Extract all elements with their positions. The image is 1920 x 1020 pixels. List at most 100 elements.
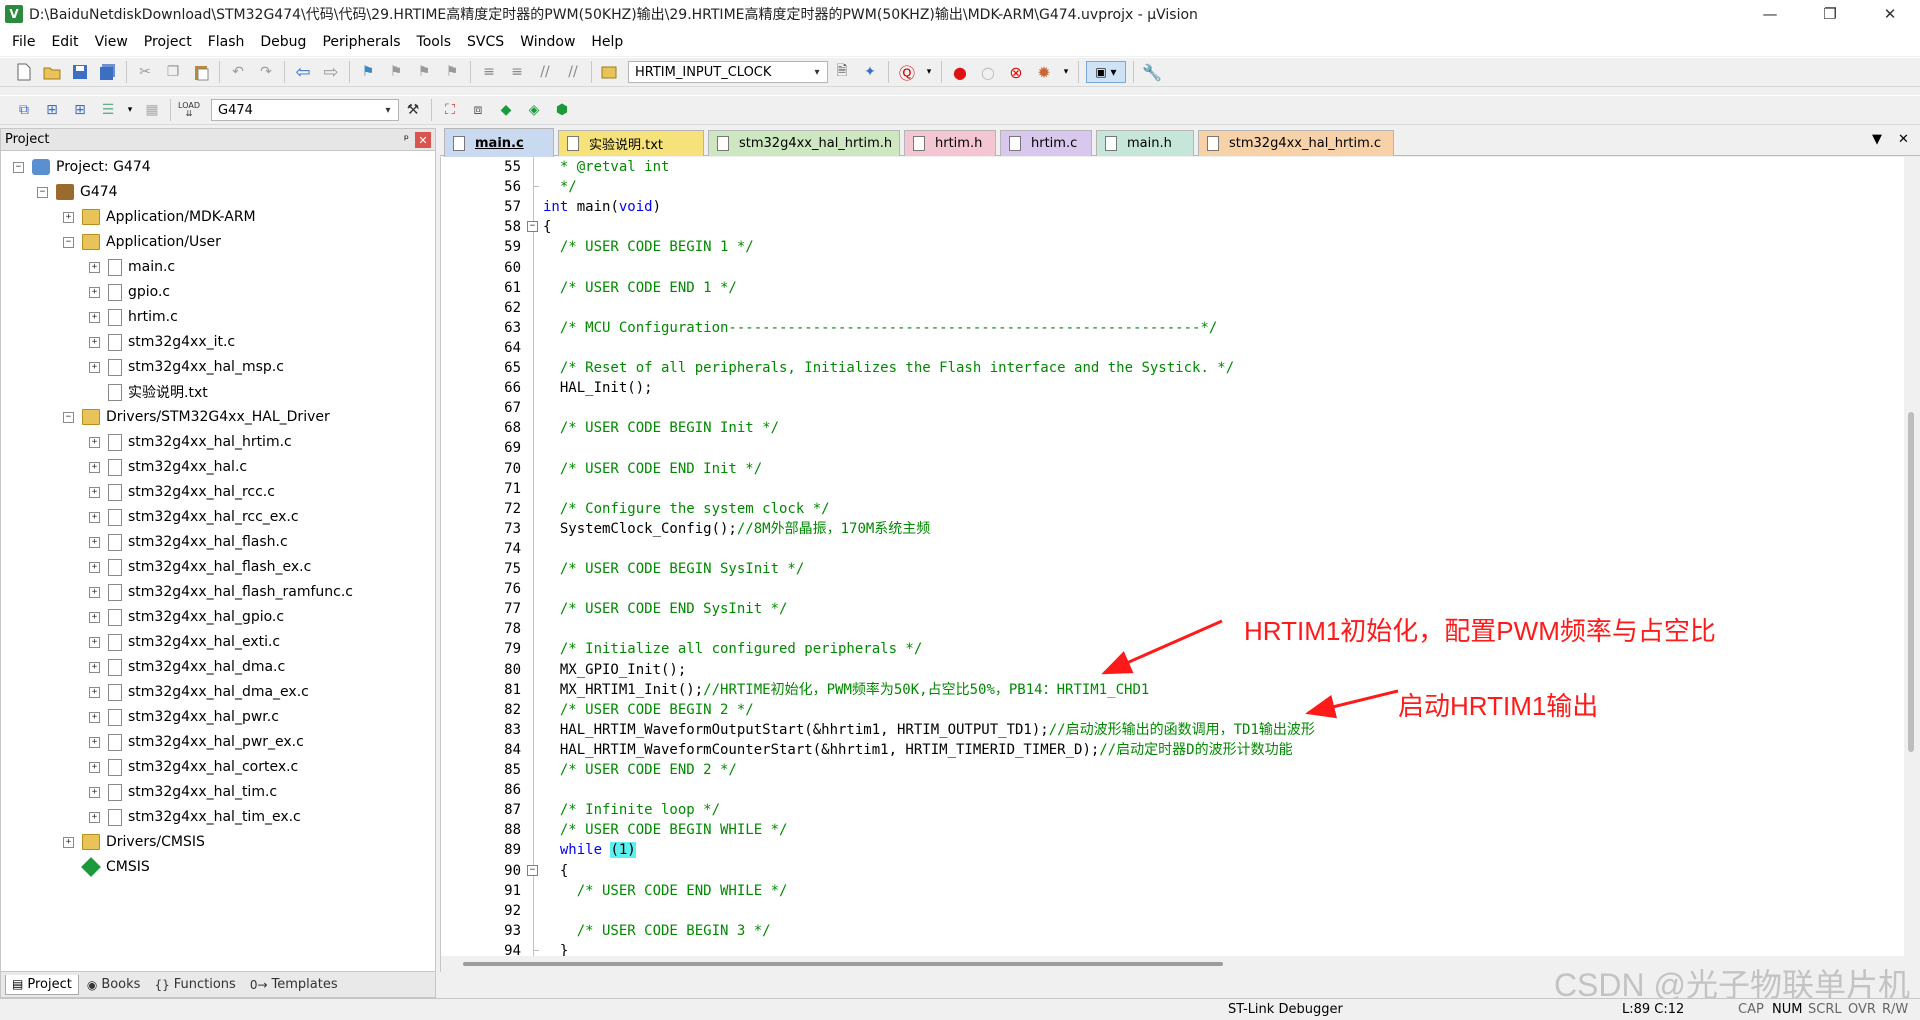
expand-icon[interactable]: + [89,336,100,348]
expand-icon[interactable]: + [89,611,100,623]
expand-icon[interactable]: + [89,436,100,448]
expand-icon[interactable]: + [89,811,100,823]
rebuild-icon[interactable]: ⊞ [69,99,91,121]
paste-icon[interactable] [190,61,212,83]
expand-icon[interactable]: + [89,461,100,473]
editor-tab[interactable]: main.c [444,128,554,157]
tree-item[interactable]: + stm32g4xx_hal_pwr.c [89,705,279,729]
uncomment-icon[interactable]: // [562,61,584,83]
tree-item[interactable]: + stm32g4xx_hal_flash_ramfunc.c [89,580,353,604]
target-combo[interactable]: G474 ▾ [211,99,399,121]
editor-tab[interactable]: stm32g4xx_hal_hrtim.c [1198,130,1394,156]
save-all-icon[interactable] [97,61,119,83]
menu-project[interactable]: Project [136,34,200,50]
tree-item[interactable]: + stm32g4xx_hal_dma.c [89,655,285,679]
expand-icon[interactable]: + [89,361,100,373]
manage-rte-icon[interactable]: ◆ [495,99,517,121]
horizontal-scroll-thumb[interactable] [463,962,1223,966]
pack-installer-icon[interactable]: ⬢ [551,99,573,121]
menu-file[interactable]: File [4,34,43,50]
menu-svcs[interactable]: SVCS [459,34,512,50]
menu-view[interactable]: View [87,34,136,50]
file-extensions-icon[interactable]: ⧈ [467,99,489,121]
incremental-find-icon[interactable]: ✦ [859,61,881,83]
new-file-icon[interactable] [13,61,35,83]
expand-icon[interactable]: + [89,786,100,798]
expand-icon[interactable]: + [89,486,100,498]
collapse-icon[interactable]: − [63,236,74,248]
batch-build-icon[interactable]: ☰ [97,99,119,121]
clear-bookmarks-icon[interactable]: ⚑ [441,61,463,83]
expand-icon[interactable]: + [89,736,100,748]
select-packs-icon[interactable]: ◈ [523,99,545,121]
cut-icon[interactable]: ✂ [134,61,156,83]
expand-icon[interactable]: + [89,511,100,523]
find-combo[interactable]: HRTIM_INPUT_CLOCK ▾ [628,61,828,83]
tree-item[interactable]: + main.c [89,255,175,279]
editor-tab[interactable]: hrtim.c [1000,130,1092,156]
tree-item[interactable]: 实验说明.txt [89,380,208,404]
close-tab-icon[interactable]: ✕ [1898,132,1909,147]
chevron-down-icon[interactable]: ▾ [924,61,934,83]
tree-item[interactable]: + Drivers/CMSIS [63,830,205,854]
tree-item[interactable]: + stm32g4xx_hal_rcc.c [89,480,275,504]
close-window-button[interactable]: ✕ [1860,0,1920,28]
maximize-button[interactable]: ❐ [1800,0,1860,28]
bookmark-icon[interactable]: ⚑ [357,61,379,83]
window-layout-icon[interactable]: ▣ ▾ [1086,61,1126,83]
menu-window[interactable]: Window [512,34,583,50]
target-options-icon[interactable]: ⚒ [402,99,424,121]
debug-session-icon[interactable]: Ⓠ [896,61,918,83]
prev-bookmark-icon[interactable]: ⚑ [385,61,407,83]
breakpoint-icon[interactable]: ● [949,61,971,83]
menu-debug[interactable]: Debug [252,34,314,50]
fold-collapse-icon[interactable]: − [527,221,538,233]
expand-icon[interactable]: + [89,586,100,598]
load-flash-icon[interactable]: LOAD ⇊ [178,99,200,121]
expand-icon[interactable]: + [89,636,100,648]
pin-icon[interactable]: ᵖ [404,132,409,146]
expand-icon[interactable]: + [89,536,100,548]
tab-list-dropdown-icon[interactable]: ▼ [1872,132,1882,147]
code-editor[interactable]: 55 * @retval int 56 */57 int main(void) 58−… [440,157,1920,972]
editor-tab[interactable]: stm32g4xx_hal_hrtim.h [708,130,900,156]
tree-item[interactable]: − Drivers/STM32G4xx_HAL_Driver [63,405,330,429]
stop-build-icon[interactable]: ▦ [141,99,163,121]
minimize-button[interactable]: — [1740,0,1800,28]
tree-item[interactable]: − G474 [37,180,118,204]
panel-tab-templates[interactable]: 0→ Templates [244,975,344,994]
comment-icon[interactable]: // [534,61,556,83]
panel-tab-project[interactable]: ▤ Project [5,974,79,995]
tree-item[interactable]: + stm32g4xx_it.c [89,330,235,354]
tree-item[interactable]: CMSIS [63,855,150,879]
tree-item[interactable]: + stm32g4xx_hal_flash_ex.c [89,555,311,579]
tree-item[interactable]: + stm32g4xx_hal_flash.c [89,530,288,554]
tree-item[interactable]: + stm32g4xx_hal_gpio.c [89,605,284,629]
menu-tools[interactable]: Tools [409,34,460,50]
tree-item[interactable]: − Application/User [63,230,221,254]
tree-item[interactable]: + stm32g4xx_hal_msp.c [89,355,284,379]
build-icon[interactable]: ⊞ [41,99,63,121]
tree-item[interactable]: − Project: G474 [13,155,151,179]
vertical-scrollbar[interactable] [1904,157,1920,972]
tree-item[interactable]: + stm32g4xx_hal_rcc_ex.c [89,505,299,529]
editor-tab[interactable]: main.h [1096,130,1194,156]
expand-icon[interactable]: + [89,261,100,273]
expand-icon[interactable]: + [63,836,74,848]
tree-item[interactable]: + stm32g4xx_hal_dma_ex.c [89,680,309,704]
find-in-files-icon[interactable] [599,61,621,83]
save-icon[interactable] [69,61,91,83]
menu-peripherals[interactable]: Peripherals [314,34,408,50]
tree-item[interactable]: + hrtim.c [89,305,178,329]
tree-item[interactable]: + stm32g4xx_hal_cortex.c [89,755,298,779]
open-folder-icon[interactable] [41,61,63,83]
tree-item[interactable]: + stm32g4xx_hal_pwr_ex.c [89,730,304,754]
menu-edit[interactable]: Edit [43,34,86,50]
copy-icon[interactable]: ❐ [162,61,184,83]
expand-icon[interactable]: + [89,711,100,723]
panel-tab-books[interactable]: ◉ Books [81,975,147,994]
chevron-down-icon[interactable]: ▾ [380,102,396,118]
expand-icon[interactable]: + [89,286,100,298]
chevron-down-icon[interactable]: ▾ [809,64,825,80]
editor-tab[interactable]: 实验说明.txt [558,130,704,156]
